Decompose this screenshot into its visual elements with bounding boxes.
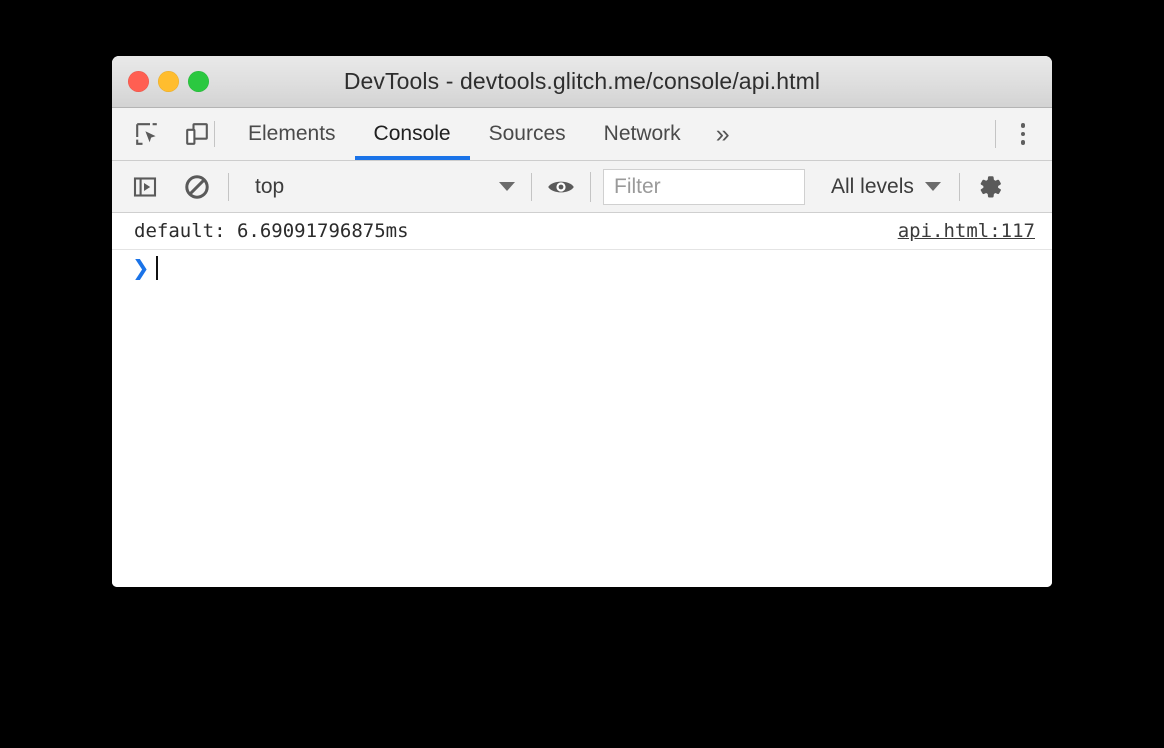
traffic-light-group [128, 71, 209, 92]
execution-context-label: top [255, 174, 285, 198]
filter-input[interactable]: Filter [603, 168, 805, 205]
tab-console[interactable]: Console [354, 108, 470, 160]
more-vertical-icon-dot-3 [1020, 140, 1026, 145]
toolbar-divider-1 [228, 172, 229, 201]
tab-console-label: Console [373, 122, 451, 145]
close-window-button[interactable] [128, 71, 149, 92]
window-titlebar: DevTools - devtools.glitch.me/console/ap… [112, 56, 1052, 108]
toggle-console-sidebar-button[interactable] [128, 170, 162, 204]
main-menu-button[interactable] [1008, 117, 1038, 151]
execution-context-selector[interactable]: top [243, 170, 525, 204]
chevron-down-icon [924, 182, 941, 191]
console-message-list[interactable]: default: 6.69091796875ms api.html:117 ❯ [112, 213, 1052, 587]
clear-console-button[interactable] [180, 170, 214, 204]
toolbar-divider-2 [531, 172, 532, 201]
screenshot-root: DevTools - devtools.glitch.me/console/ap… [0, 0, 1164, 748]
console-toolbar: top Filter All levels [112, 161, 1052, 213]
tab-sources[interactable]: Sources [470, 108, 585, 160]
panel-tabs: Elements Console Sources Network » [229, 108, 995, 160]
maximize-window-button[interactable] [188, 71, 209, 92]
devtools-window: DevTools - devtools.glitch.me/console/ap… [112, 56, 1052, 587]
create-live-expression-button[interactable] [544, 170, 578, 204]
console-message-source-link[interactable]: api.html:117 [898, 220, 1035, 242]
tab-elements[interactable]: Elements [229, 108, 355, 160]
console-sidebar-icon [132, 174, 158, 200]
minimize-window-button[interactable] [158, 71, 179, 92]
toolbar-divider-3 [590, 171, 591, 202]
tab-network[interactable]: Network [585, 108, 700, 160]
tabbar-right-divider [995, 120, 996, 148]
toggle-device-toolbar-button[interactable] [180, 117, 214, 151]
console-message-text: default: 6.69091796875ms [134, 220, 409, 242]
prompt-text-caret [156, 256, 158, 280]
device-toolbar-icon [184, 121, 210, 147]
tab-elements-label: Elements [248, 122, 336, 145]
console-message-row[interactable]: default: 6.69091796875ms api.html:117 [112, 213, 1052, 250]
devtools-tabbar: Elements Console Sources Network » [112, 108, 1052, 161]
filter-placeholder: Filter [614, 174, 661, 198]
more-vertical-icon-dot-1 [1020, 123, 1026, 128]
eye-icon [546, 174, 576, 200]
window-title: DevTools - devtools.glitch.me/console/ap… [343, 68, 821, 94]
tab-sources-label: Sources [488, 122, 566, 145]
console-settings-button[interactable] [972, 170, 1006, 204]
clear-console-icon [183, 173, 211, 201]
console-prompt-row[interactable]: ❯ [112, 250, 1052, 286]
toolbar-divider-4 [958, 172, 960, 201]
log-level-selector[interactable]: All levels [817, 175, 955, 199]
inspect-element-icon [134, 121, 160, 147]
more-vertical-icon-dot-2 [1020, 131, 1026, 137]
more-tabs-icon: » [715, 119, 730, 148]
tab-network-label: Network [603, 122, 681, 145]
chevron-down-icon [499, 182, 515, 191]
more-tabs-button[interactable]: » [700, 108, 746, 160]
gear-icon [974, 172, 1004, 202]
prompt-chevron-icon: ❯ [132, 255, 150, 280]
tabbar-divider [214, 121, 215, 147]
log-level-label: All levels [831, 174, 914, 198]
tabbar-right-icons [995, 108, 1052, 160]
inspect-element-button[interactable] [130, 117, 164, 151]
tabbar-left-icons [112, 108, 214, 160]
